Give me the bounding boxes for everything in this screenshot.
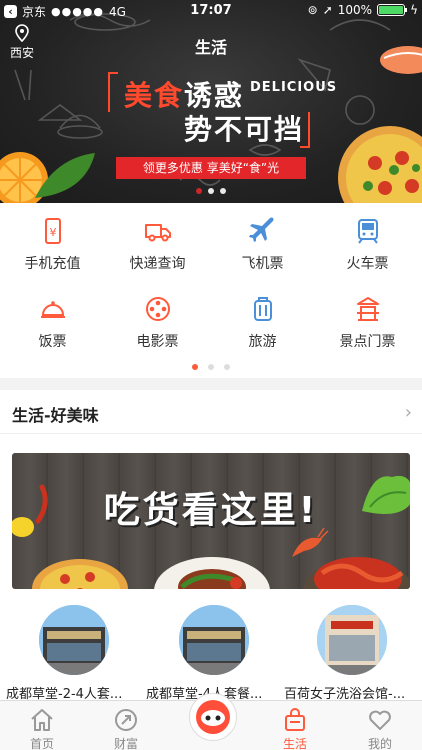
service-label: 电影票 — [136, 334, 179, 350]
shopping-bag-icon — [285, 708, 305, 731]
shrimp-image — [292, 527, 329, 557]
tab-label: 生活 — [282, 737, 307, 750]
bottom-tab-bar: 首页 财富 生活 我的 — [0, 693, 422, 750]
service-label: 手机充值 — [24, 256, 81, 272]
hero-pager — [0, 188, 422, 194]
tab-label: 首页 — [29, 737, 54, 750]
suitcase-icon — [253, 297, 272, 321]
merchant-cards: 成都草堂-2-4人套... 成都草堂-4人套餐... — [0, 602, 422, 702]
promo-badge[interactable]: 领更多优惠 享美好“食”光 — [116, 157, 306, 179]
merchant-card[interactable]: 百荷女子洗浴会馆-... — [284, 602, 420, 702]
storefront-image — [317, 605, 387, 675]
hero-slogan-highlight: 美食 — [124, 79, 185, 112]
service-attraction-tickets[interactable]: 景点门票 — [315, 295, 420, 351]
service-label: 旅游 — [248, 334, 277, 350]
film-reel-icon — [145, 297, 170, 321]
pager-dot[interactable] — [192, 364, 198, 370]
food-cloche-icon — [40, 301, 65, 318]
service-label: 快递查询 — [129, 256, 186, 272]
service-label: 飞机票 — [241, 256, 284, 272]
pager-dot[interactable] — [208, 188, 214, 194]
tab-life[interactable]: 生活 — [253, 701, 337, 750]
mascot-icon — [196, 700, 230, 734]
chevron-right-icon[interactable]: › — [405, 402, 412, 423]
merchant-thumbnail — [179, 605, 249, 675]
service-movie-tickets[interactable]: 电影票 — [105, 295, 210, 351]
pager-dot[interactable] — [220, 188, 226, 194]
pager-dot[interactable] — [196, 188, 202, 194]
hero-slogan-english: DELICIOUS — [250, 80, 338, 95]
service-flight-tickets[interactable]: 飞机票 — [210, 217, 315, 273]
service-phone-recharge[interactable]: ¥ 手机充值 — [0, 217, 105, 273]
merchant-card[interactable]: 成都草堂-2-4人套... — [6, 602, 142, 702]
status-bar: ‹ 京东 ●●●●● 4G 17:07 ⊚ ➚ 100% ϟ — [0, 0, 422, 20]
tab-label: 财富 — [113, 737, 138, 750]
storefront-image — [39, 605, 109, 675]
service-label: 火车票 — [346, 256, 389, 272]
airplane-icon — [248, 217, 273, 242]
mascot-face-icon — [201, 710, 225, 726]
hero-slogan-line2: 势不可挡 — [184, 113, 305, 146]
phone-recharge-icon: ¥ — [44, 218, 61, 244]
pavilion-icon — [356, 297, 379, 321]
tab-mine[interactable]: 我的 — [338, 701, 422, 750]
pager-dot[interactable] — [208, 364, 214, 370]
steak-plate-image — [154, 557, 270, 589]
food-promo-banner[interactable]: 吃货看这里! — [12, 453, 410, 589]
pager-dot[interactable] — [224, 364, 230, 370]
merchant-thumbnail — [317, 605, 387, 675]
delivery-truck-icon — [144, 224, 171, 242]
service-travel[interactable]: 旅游 — [210, 295, 315, 351]
svg-text:¥: ¥ — [49, 226, 56, 239]
service-label: 饭票 — [38, 334, 67, 350]
page-title: 生活 — [194, 38, 227, 57]
service-delivery-query[interactable]: 快递查询 — [105, 217, 210, 273]
service-train-tickets[interactable]: 火车票 — [315, 217, 420, 273]
heart-icon — [369, 710, 391, 730]
lettuce-image — [362, 476, 410, 514]
life-section-header[interactable]: 生活-好美味 › — [0, 390, 422, 434]
food-banner-slogan: 吃货看这里! — [103, 490, 319, 531]
services-pager — [0, 364, 422, 370]
hero-banner[interactable]: ‹ 京东 ●●●●● 4G 17:07 ⊚ ➚ 100% ϟ 西安 生活 美食诱… — [0, 0, 422, 203]
services-grid: ¥ 手机充值 快递查询 飞机票 火车票 饭票 电影票 旅游 景点门票 — [0, 203, 422, 378]
storefront-image — [179, 605, 249, 675]
tab-label: 我的 — [367, 737, 392, 750]
wealth-icon — [115, 709, 137, 731]
battery-icon — [377, 4, 408, 16]
location-arrow-icon: ➚ — [322, 3, 333, 17]
home-icon — [31, 709, 53, 731]
tab-mascot[interactable] — [189, 693, 237, 741]
pizza-image — [32, 559, 128, 589]
service-label: 景点门票 — [339, 334, 396, 350]
merchant-thumbnail — [39, 605, 109, 675]
service-meal-tickets[interactable]: 饭票 — [0, 295, 105, 351]
merchant-card[interactable]: 成都草堂-4人套餐... — [146, 602, 282, 702]
charging-icon: ϟ — [410, 3, 418, 17]
section-title: 生活-好美味 — [12, 406, 99, 425]
lemon-chili-image — [12, 484, 48, 537]
battery-percent: 100% — [337, 3, 373, 17]
rotation-lock-icon: ⊚ — [307, 3, 318, 17]
train-icon — [357, 219, 378, 244]
herb-leaf-image — [35, 153, 95, 198]
life-section: 生活-好美味 › 吃货看这里! 成都草堂-2-4人套... 百荷女子洗浴会馆-.… — [0, 390, 422, 702]
slogan-bracket-left — [108, 72, 118, 112]
tab-home[interactable]: 首页 — [0, 701, 84, 750]
tab-wealth[interactable]: 财富 — [84, 701, 168, 750]
